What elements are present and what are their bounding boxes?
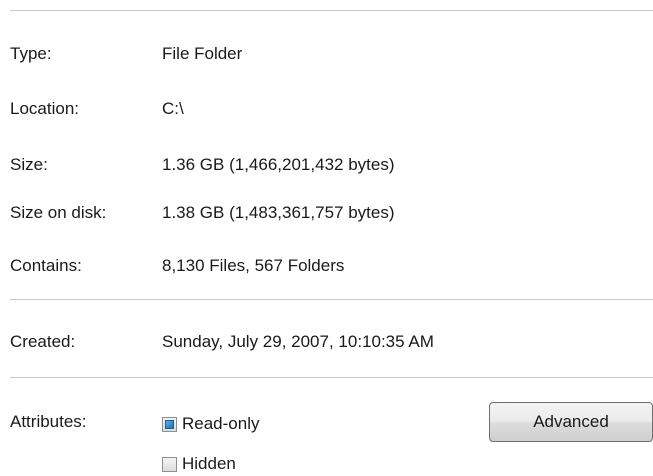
advanced-button[interactable]: Advanced — [489, 402, 653, 442]
contains-row: Contains: 8,130 Files, 567 Folders — [10, 254, 653, 278]
size-label: Size: — [10, 155, 48, 174]
size-value: 1.36 GB (1,466,201,432 bytes) — [162, 155, 395, 174]
size-on-disk-label: Size on disk: — [10, 203, 107, 222]
hidden-label: Hidden — [182, 454, 236, 473]
hidden-checkbox[interactable]: Hidden — [162, 452, 236, 476]
type-row: Type: File Folder — [10, 42, 653, 66]
contains-label: Contains: — [10, 256, 82, 275]
hidden-checkbox-box[interactable] — [162, 456, 177, 472]
created-label: Created: — [10, 332, 76, 351]
read-only-checkbox[interactable]: Read-only — [162, 412, 260, 436]
size-row: Size: 1.36 GB (1,466,201,432 bytes) — [10, 153, 653, 177]
contains-value: 8,130 Files, 567 Folders — [162, 256, 345, 275]
bottom-divider — [10, 377, 653, 378]
location-row: Location: C:\ — [10, 97, 653, 121]
read-only-checkbox-box[interactable] — [162, 416, 177, 432]
size-on-disk-value: 1.38 GB (1,483,361,757 bytes) — [162, 203, 395, 222]
location-value: C:\ — [162, 99, 184, 118]
size-on-disk-row: Size on disk: 1.38 GB (1,483,361,757 byt… — [10, 201, 653, 225]
read-only-label: Read-only — [182, 414, 260, 433]
location-label: Location: — [10, 99, 79, 118]
middle-divider — [10, 299, 653, 300]
type-value: File Folder — [162, 44, 243, 63]
type-label: Type: — [10, 44, 52, 63]
created-value: Sunday, July 29, 2007, 10:10:35 AM — [162, 332, 434, 351]
attributes-label: Attributes: — [10, 412, 87, 431]
created-row: Created: Sunday, July 29, 2007, 10:10:35… — [10, 330, 653, 354]
top-divider — [10, 10, 653, 11]
